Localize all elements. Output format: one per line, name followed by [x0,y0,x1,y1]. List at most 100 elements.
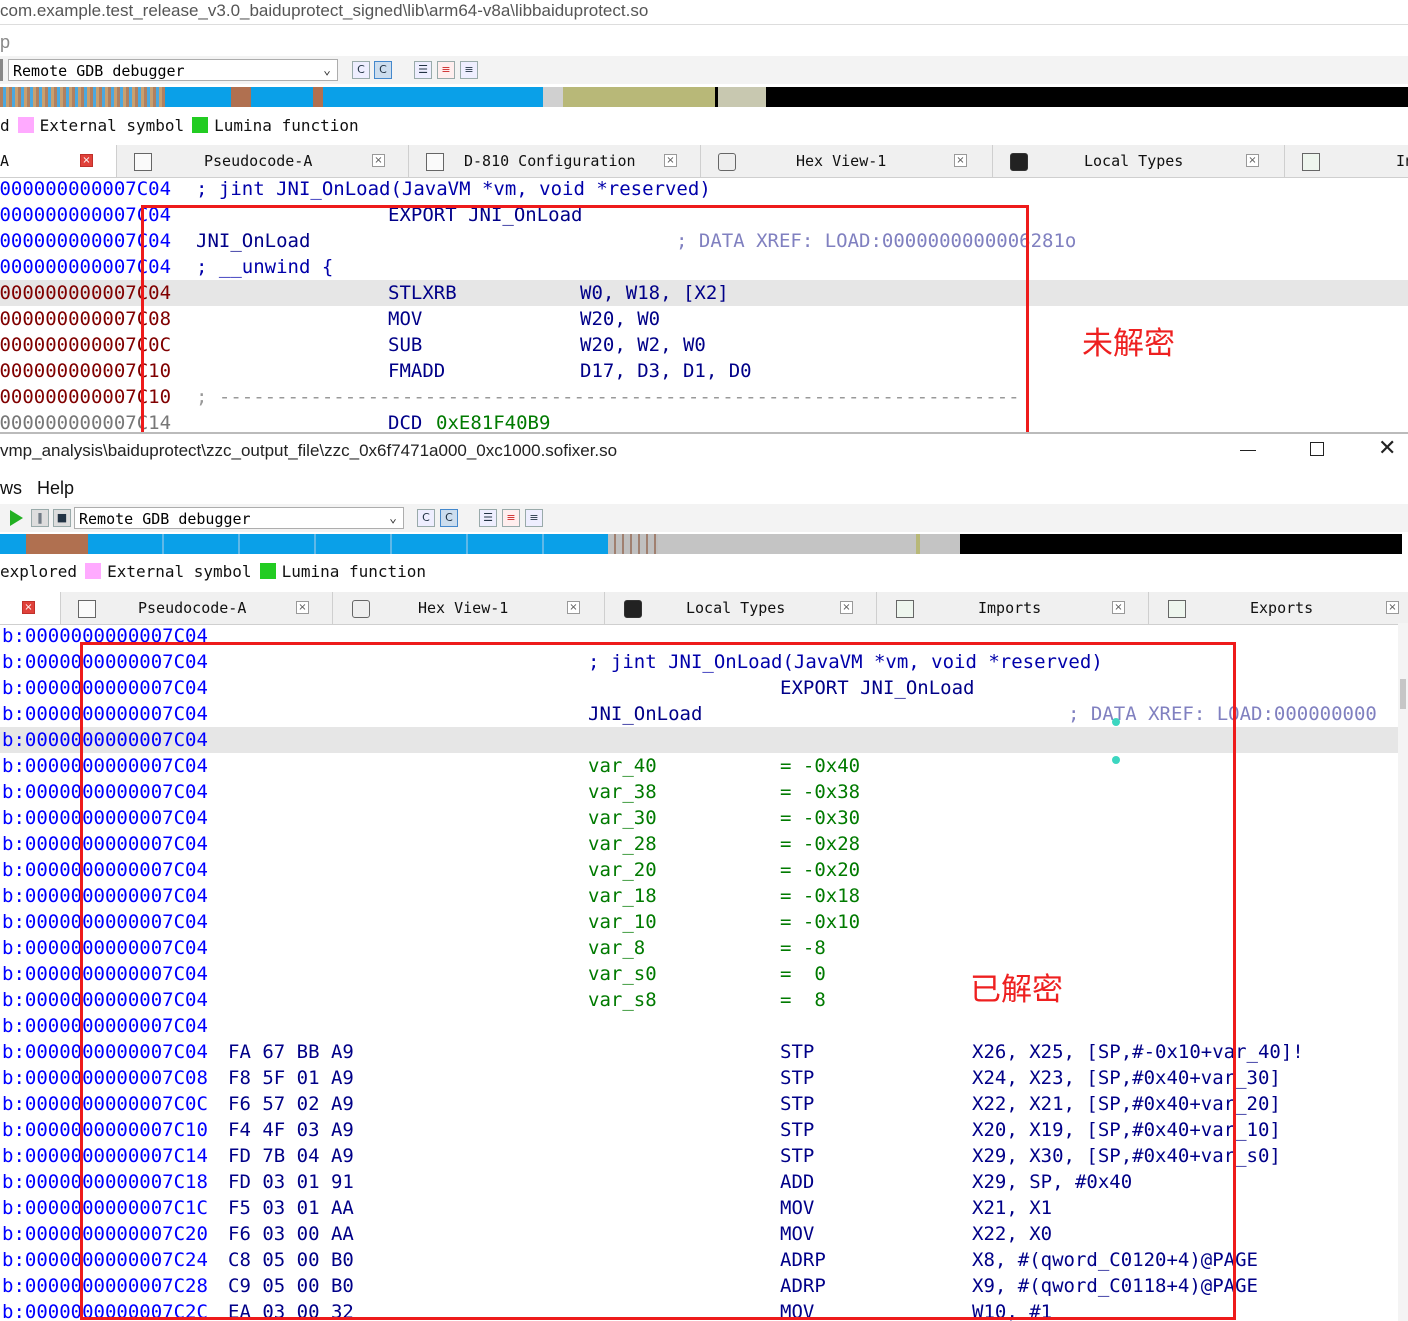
tab-label: A [0,152,10,170]
annotation-encrypted: 未解密 [1082,326,1175,362]
breakpoint-icon[interactable]: ≡ [502,509,520,527]
scrollbar[interactable] [1398,623,1408,1321]
menu-bar[interactable]: p [0,30,10,54]
tab-hex-view[interactable]: Hex View-1 × [332,592,605,624]
c-active-icon[interactable]: C [374,61,392,79]
tab-local-types[interactable]: Local Types × [992,145,1285,177]
legend-swatch-external [85,563,102,579]
toolbar: Remote GDB debugger ⌄ C C ☰ ≡ ≡ [0,56,1408,84]
asm-address: 0000000000007C04 [0,178,172,200]
close-icon[interactable]: × [567,601,580,614]
config-icon [426,153,444,171]
tab-ida-view[interactable]: × [0,592,61,624]
scrollbar-thumb[interactable] [1400,679,1406,709]
exports-icon [1168,600,1186,618]
tab-exports[interactable]: Exports × [1148,592,1408,624]
list-icon[interactable]: ☰ [414,61,432,79]
hex-view-icon [718,153,736,171]
legend-swatch-lumina [259,563,276,579]
pseudocode-icon [134,153,152,171]
tab-label: Pseudocode-A [204,152,313,170]
legend: d External symbol Lumina function [0,114,359,138]
menu-windows[interactable]: ws [0,478,22,498]
tab-hex-view[interactable]: Hex View-1 × [700,145,993,177]
chevron-down-icon: ⌄ [389,511,397,526]
tab-bar: × Pseudocode-A × Hex View-1 × Local Type… [0,592,1408,625]
tab-d810-configuration[interactable]: D-810 Configuration × [408,145,701,177]
trace-icon[interactable]: ≡ [525,509,543,527]
minimize-icon[interactable] [1240,450,1256,451]
debugger-select[interactable]: Remote GDB debugger ⌄ [8,59,338,81]
c-active-icon[interactable]: C [440,509,458,527]
legend: explored External symbol Lumina function [0,560,426,584]
bottom-window: vmp_analysis\baiduprotect\zzc_output_fil… [0,434,1408,1321]
legend-lumina-function: Lumina function [214,116,359,135]
local-types-icon [1010,153,1028,171]
tab-pseudocode[interactable]: Pseudocode-A × [60,592,333,624]
c-toggle-icon[interactable]: C [352,61,370,79]
tab-label: Hex View-1 [418,599,509,617]
tab-local-types[interactable]: Local Types × [604,592,877,624]
tab-label: Imports [978,599,1042,617]
tab-label: Hex View-1 [796,152,887,170]
play-icon[interactable] [10,510,23,526]
c-toggle-icon[interactable]: C [417,509,435,527]
asm-line: 0000000000007C04 ; jint JNI_OnLoad(JavaVM… [0,176,1408,202]
legend-lumina-function: Lumina function [281,562,427,581]
imports-icon [896,600,914,618]
close-icon[interactable]: × [1112,601,1125,614]
list-icon[interactable]: ☰ [479,509,497,527]
tab-bar: A × Pseudocode-A × D-810 Configuration ×… [0,145,1408,178]
menu-help[interactable]: Help [37,478,74,498]
tab-imports[interactable]: Imports × [876,592,1149,624]
pause-icon[interactable]: ‖ [31,509,49,527]
chevron-down-icon: ⌄ [323,63,331,78]
tab-label: Local Types [1084,152,1184,170]
debugger-select-label: Remote GDB debugger [79,510,251,528]
tab-label: D-810 Configuration [464,152,636,170]
annotation-decrypted: 已解密 [970,972,1063,1008]
close-icon[interactable]: ✕ [1378,436,1396,462]
legend-external-symbol: External symbol [39,116,185,135]
close-icon[interactable]: × [80,154,93,167]
legend-swatch-external [17,117,34,133]
top-window: com.example.test_release_v3.0_baiduprote… [0,0,1408,432]
close-icon[interactable]: × [954,154,967,167]
local-types-icon [624,600,642,618]
close-icon[interactable]: × [372,154,385,167]
highlight-box [141,205,1029,432]
breakpoint-icon[interactable]: ≡ [437,61,455,79]
tab-label: Exports [1250,599,1314,617]
close-icon[interactable]: × [1246,154,1259,167]
close-icon[interactable]: × [840,601,853,614]
legend-swatch-lumina [192,117,209,133]
close-icon[interactable]: × [296,601,309,614]
menu-bar: ws Help [0,476,74,500]
tab-label: Local Types [686,599,786,617]
legend-prefix: d [0,116,10,135]
close-icon[interactable]: × [664,154,677,167]
tab-imports[interactable]: In [1284,145,1408,177]
navigation-band[interactable] [0,87,1408,107]
trace-icon[interactable]: ≡ [460,61,478,79]
tab-label: Pseudocode-A [138,599,247,617]
hex-view-icon [352,600,370,618]
asm-comment: ; jint JNI_OnLoad(JavaVM *vm, void *rese… [196,178,711,200]
window-title: vmp_analysis\baiduprotect\zzc_output_fil… [0,441,618,460]
toolbar: ‖ ■ Remote GDB debugger ⌄ C C ☰ ≡ ≡ [0,504,1408,532]
close-icon[interactable]: × [1386,601,1399,614]
stop-icon[interactable]: ■ [53,509,71,527]
legend-external-symbol: External symbol [107,562,252,581]
maximize-icon[interactable] [1310,442,1324,456]
pseudocode-icon [78,600,96,618]
window-title: com.example.test_release_v3.0_baiduprote… [0,1,649,20]
tab-ida-view[interactable]: A × [0,145,117,177]
legend-prefix: explored [0,562,78,581]
debugger-select[interactable]: Remote GDB debugger ⌄ [74,507,404,529]
close-icon[interactable]: × [22,601,35,614]
tab-pseudocode[interactable]: Pseudocode-A × [116,145,409,177]
navigation-band[interactable] [0,534,1402,554]
tab-label: In [1396,152,1408,170]
imports-icon [1302,153,1320,171]
debugger-select-label: Remote GDB debugger [13,62,185,80]
